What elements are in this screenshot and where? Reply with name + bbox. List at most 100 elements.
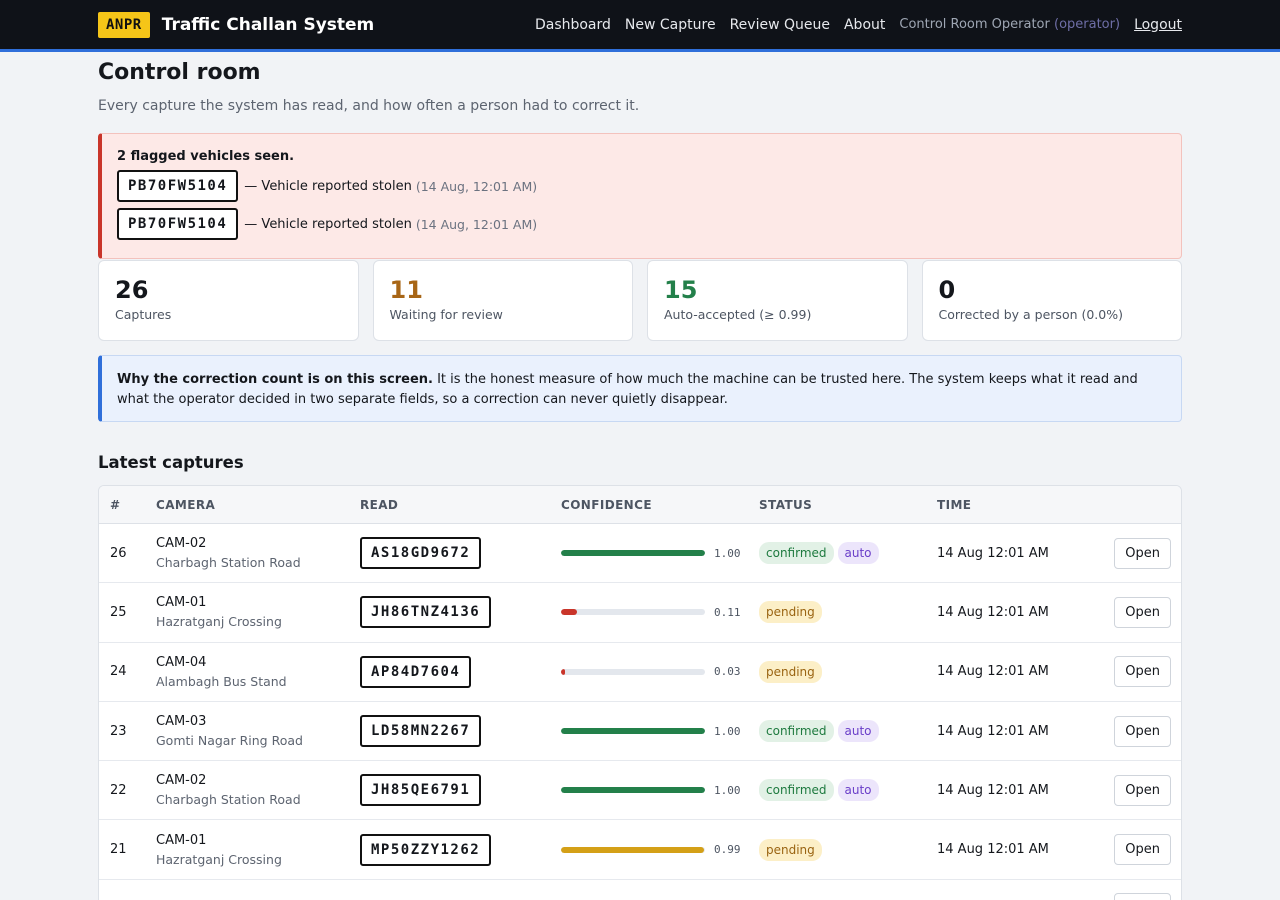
open-button[interactable]: Open <box>1114 834 1171 866</box>
license-plate: AS18GD9672 <box>360 537 482 570</box>
license-plate: PB70FW5104 <box>117 170 239 202</box>
row-read: JH86TNZ4136 <box>360 596 561 629</box>
status-badge: confirmed <box>759 779 834 802</box>
row-num: 26 <box>110 545 127 561</box>
logout-link[interactable]: Logout <box>1134 17 1182 33</box>
row-time: 14 Aug 12:01 AM <box>937 545 1049 561</box>
table-row: CAM-04Open <box>99 880 1181 900</box>
table-row: 25 CAM-01 Hazratganj Crossing JH86TNZ4136 0.… <box>99 583 1181 643</box>
brand-badge[interactable]: ANPR <box>98 11 150 38</box>
row-status: pending <box>759 838 937 861</box>
open-button[interactable]: Open <box>1114 537 1171 569</box>
license-plate: LD58MN2267 <box>360 715 482 748</box>
license-plate: AP84D7604 <box>360 655 472 688</box>
nav-about[interactable]: About <box>844 17 885 33</box>
captures-table: # CAMERA READ CONFIDENCE STATUS TIME 26 C… <box>98 485 1182 900</box>
camera-id: CAM-04 <box>156 654 207 670</box>
page-title: Control room <box>98 60 261 85</box>
table-row: 22 CAM-02 Charbagh Station Road JH85QE6791 1… <box>99 761 1181 821</box>
main-nav: Dashboard New Capture Review Queue About… <box>535 17 1182 33</box>
license-plate: MP50ZZY1262 <box>360 833 492 866</box>
row-status: confirmed auto <box>759 720 937 743</box>
col-status: STATUS <box>759 497 813 512</box>
confidence-bar <box>561 609 705 616</box>
confidence-bar-fill <box>561 609 577 616</box>
flag-reason: — Vehicle reported stolen <box>244 178 412 194</box>
col-time: TIME <box>937 497 972 512</box>
row-confidence: 1.00 <box>561 547 759 560</box>
auto-badge: auto <box>837 779 879 802</box>
confidence-value: 1.00 <box>714 546 741 560</box>
status-badge: pending <box>759 660 822 683</box>
user-info: Control Room Operator (operator) <box>899 17 1120 32</box>
row-actions: Open <box>1107 656 1181 688</box>
row-num: 25 <box>110 604 127 620</box>
status-badge: pending <box>759 601 822 624</box>
row-time: 14 Aug 12:01 AM <box>937 842 1049 858</box>
row-status: pending <box>759 601 937 624</box>
confidence-bar-fill <box>561 668 566 675</box>
flagged-item: PB70FW5104 — Vehicle reported stolen (14… <box>117 170 1165 202</box>
user-role: (operator) <box>1054 17 1121 32</box>
row-read: AP84D7604 <box>360 655 561 688</box>
col-camera: CAMERA <box>156 497 216 512</box>
table-row: 23 CAM-03 Gomti Nagar Ring Road LD58MN2267 1… <box>99 702 1181 762</box>
flag-time: (14 Aug, 12:01 AM) <box>415 216 538 232</box>
license-plate: JH86TNZ4136 <box>360 596 492 629</box>
brand-title[interactable]: Traffic Challan System <box>162 15 375 35</box>
stat-captures: 26 Captures <box>98 260 359 341</box>
confidence-bar <box>561 550 705 557</box>
nav-review-queue[interactable]: Review Queue <box>730 17 830 33</box>
row-time: 14 Aug 12:01 AM <box>937 782 1049 798</box>
table-row: 26 CAM-02 Charbagh Station Road AS18GD9672 1… <box>99 524 1181 584</box>
user-name: Control Room Operator <box>899 17 1050 32</box>
row-confidence: 0.99 <box>561 843 759 856</box>
correction-info-note: Why the correction count is on this scre… <box>98 355 1182 422</box>
open-button[interactable]: Open <box>1114 596 1171 628</box>
stat-auto-accepted: 15 Auto-accepted (≥ 0.99) <box>647 260 908 341</box>
flag-time: (14 Aug, 12:01 AM) <box>415 178 538 194</box>
confidence-value: 1.00 <box>714 724 741 738</box>
top-navbar: ANPR Traffic Challan System Dashboard Ne… <box>0 0 1280 52</box>
camera-location: Charbagh Station Road <box>156 792 301 808</box>
camera-location: Charbagh Station Road <box>156 555 301 571</box>
row-camera: CAM-03 Gomti Nagar Ring Road <box>156 714 360 748</box>
camera-location: Hazratganj Crossing <box>156 614 282 630</box>
nav-dashboard[interactable]: Dashboard <box>535 17 611 33</box>
row-read: MP50ZZY1262 <box>360 833 561 866</box>
auto-badge: auto <box>837 542 879 565</box>
row-actions: Open <box>1107 537 1181 569</box>
open-button[interactable]: Open <box>1114 893 1171 900</box>
stat-value: 11 <box>389 276 423 304</box>
row-camera: CAM-01 Hazratganj Crossing <box>156 833 360 867</box>
table-row: 24 CAM-04 Alambagh Bus Stand AP84D7604 0.03 p… <box>99 643 1181 702</box>
row-confidence: 0.03 <box>561 665 759 678</box>
confidence-value: 0.03 <box>714 665 741 679</box>
auto-badge: auto <box>837 720 879 743</box>
row-actions: Open <box>1107 893 1181 900</box>
confidence-bar-fill <box>561 846 704 853</box>
row-read: JH85QE6791 <box>360 774 561 807</box>
open-button[interactable]: Open <box>1114 715 1171 747</box>
row-num: 24 <box>110 664 127 680</box>
row-status: pending <box>759 660 937 683</box>
stats-row: 26 Captures 11 Waiting for review 15 Aut… <box>98 260 1182 341</box>
status-badge: pending <box>759 838 822 861</box>
camera-location: Gomti Nagar Ring Road <box>156 733 303 749</box>
row-num: 23 <box>110 723 127 739</box>
stat-label: Waiting for review <box>389 307 503 322</box>
open-button[interactable]: Open <box>1114 774 1171 806</box>
main-content: Control room Every capture the system ha… <box>98 60 1182 900</box>
row-actions: Open <box>1107 596 1181 628</box>
stat-corrected: 0 Corrected by a person (0.0%) <box>921 260 1182 341</box>
status-badge: confirmed <box>759 542 834 565</box>
camera-id: CAM-01 <box>156 595 207 611</box>
nav-new-capture[interactable]: New Capture <box>625 17 716 33</box>
col-num: # <box>110 497 121 512</box>
camera-id: CAM-02 <box>156 536 207 552</box>
open-button[interactable]: Open <box>1114 656 1171 688</box>
row-read: AS18GD9672 <box>360 537 561 570</box>
confidence-bar-fill <box>561 550 705 557</box>
stat-value: 26 <box>115 276 149 304</box>
camera-id: CAM-03 <box>156 714 207 730</box>
